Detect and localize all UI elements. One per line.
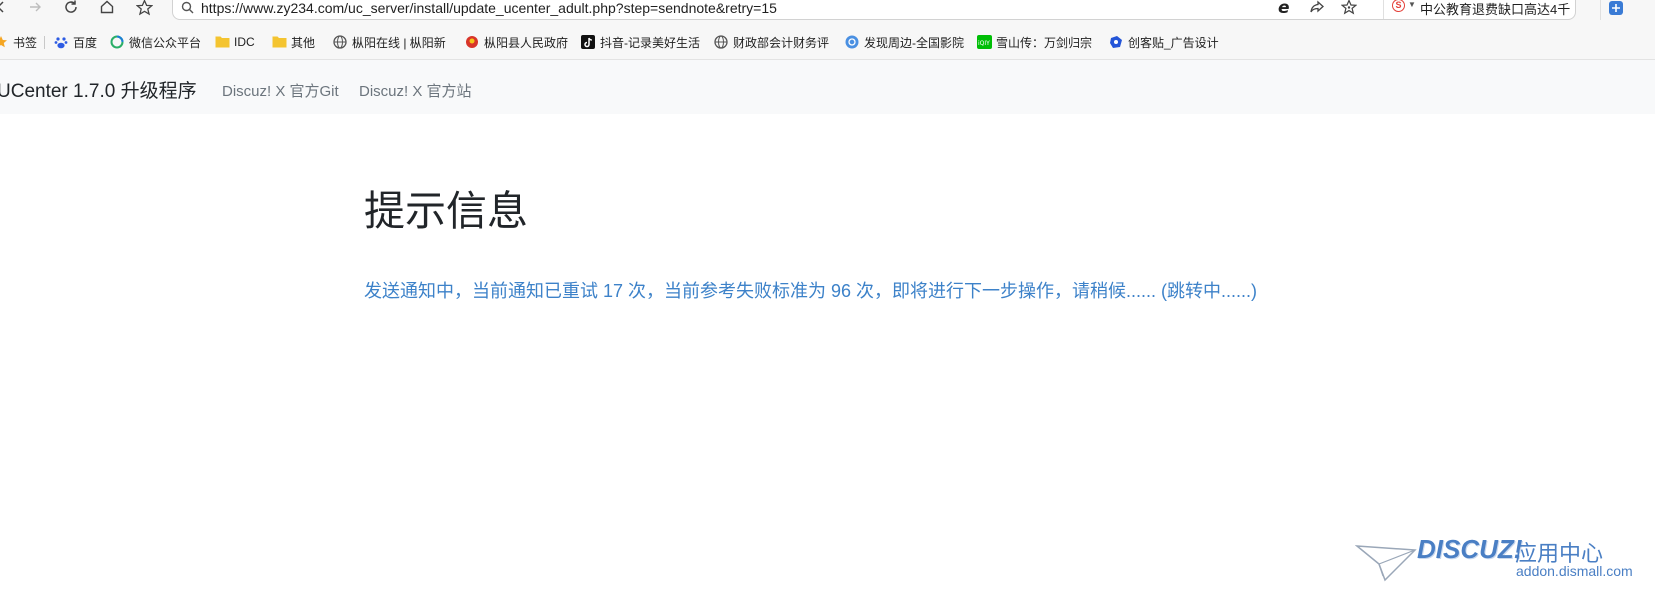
- bookmark-item[interactable]: IDC: [215, 34, 255, 50]
- svg-text:iQIY: iQIY: [978, 40, 990, 47]
- extension-area: [1600, 0, 1631, 20]
- star-icon: [0, 35, 8, 49]
- hot-search-text[interactable]: 中公教育退费缺口高达4千: [1420, 0, 1576, 18]
- bookmark-item[interactable]: 其他: [272, 34, 315, 50]
- bookmark-item[interactable]: 书签: [0, 34, 37, 50]
- extension-icon[interactable]: [1608, 0, 1624, 21]
- share-icon[interactable]: [1309, 0, 1325, 20]
- page-navbar: UCenter 1.7.0 升级程序 Discuz! X 官方Git Discu…: [0, 60, 1655, 114]
- bookmark-item[interactable]: 百度: [54, 34, 97, 50]
- globe-icon: [333, 35, 347, 49]
- hot-search-box[interactable]: S ▼ 中公教育退费缺口高达4千: [1383, 0, 1580, 19]
- emblem-icon: [465, 35, 479, 49]
- wechat-icon: [110, 35, 124, 49]
- forward-icon[interactable]: [24, 0, 46, 18]
- globe-icon: [714, 35, 728, 49]
- baidu-icon: [54, 35, 68, 49]
- bookmarks-bar: 书签 百度 微信公众平台 IDC 其他 枞阳在线 | 枞阳新 枞阳县人民政府 抖…: [0, 22, 1655, 60]
- bookmark-item[interactable]: 微信公众平台: [110, 34, 201, 50]
- page-title: 提示信息: [364, 188, 528, 234]
- ie-mode-icon[interactable]: e: [1277, 0, 1293, 20]
- chevron-down-icon[interactable]: ▼: [1408, 0, 1416, 9]
- bookmark-item[interactable]: 财政部会计财务评: [714, 34, 831, 50]
- discover-icon: [845, 35, 859, 49]
- discuz-watermark: DISCUZ! 应用中心 addon.dismall.com: [1354, 534, 1645, 582]
- search-icon: [181, 1, 194, 19]
- nav-link-site[interactable]: Discuz! X 官方站: [359, 80, 472, 101]
- svg-text:e: e: [1278, 0, 1290, 15]
- back-icon[interactable]: [0, 0, 12, 18]
- watermark-brand: DISCUZ!: [1417, 534, 1523, 564]
- folder-icon: [215, 35, 230, 49]
- bookmark-item[interactable]: iQIY 雪山传：万剑归宗: [977, 34, 1094, 50]
- bookmark-star-icon[interactable]: [1340, 0, 1358, 20]
- folder-icon: [272, 35, 287, 49]
- watermark-domain: addon.dismall.com: [1516, 563, 1633, 579]
- chuangkit-icon: [1109, 35, 1123, 49]
- paper-plane-icon: [1354, 540, 1417, 587]
- favorite-icon[interactable]: [133, 0, 155, 18]
- browser-toolbar: https://www.zy234.com/uc_server/install/…: [0, 0, 1655, 22]
- bookmarks-divider: [44, 36, 45, 49]
- sogou-icon: S: [1392, 0, 1405, 12]
- navbar-brand[interactable]: UCenter 1.7.0 升级程序: [0, 76, 197, 103]
- home-icon[interactable]: [96, 0, 118, 18]
- iqiyi-icon: iQIY: [977, 35, 992, 49]
- bookmark-item[interactable]: 抖音-记录美好生活: [581, 34, 708, 50]
- douyin-icon: [581, 35, 595, 49]
- nav-link-git[interactable]: Discuz! X 官方Git: [222, 80, 339, 101]
- bookmark-item[interactable]: 枞阳县人民政府: [465, 34, 568, 50]
- status-message[interactable]: 发送通知中，当前通知已重试 17 次，当前参考失败标准为 96 次，即将进行下一…: [364, 277, 1257, 303]
- bookmark-item[interactable]: 发现周边-全国影院: [845, 34, 964, 50]
- address-bar[interactable]: https://www.zy234.com/uc_server/install/…: [172, 0, 1576, 20]
- bookmark-item[interactable]: 创客贴_广告设计: [1109, 34, 1228, 50]
- reload-icon[interactable]: [60, 0, 82, 18]
- url-text[interactable]: https://www.zy234.com/uc_server/install/…: [201, 0, 777, 16]
- bookmark-item[interactable]: 枞阳在线 | 枞阳新: [333, 34, 468, 50]
